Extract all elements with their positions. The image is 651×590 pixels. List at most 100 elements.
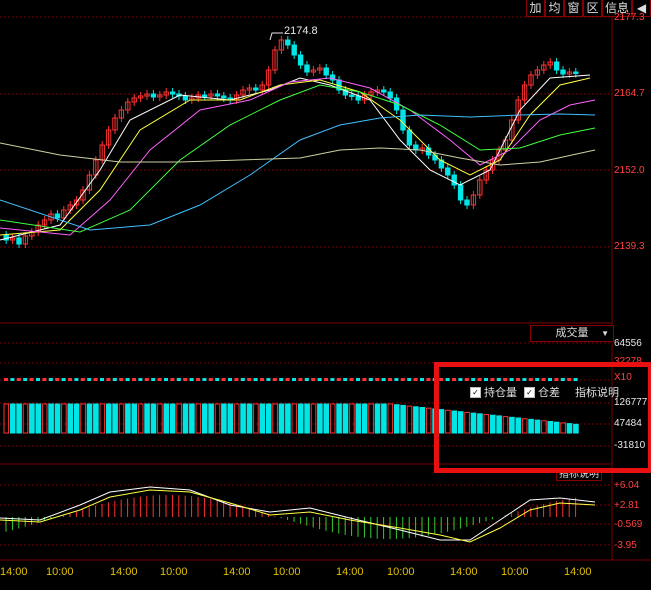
macd-tick: -0.569 [614, 519, 643, 530]
candle-body [285, 39, 291, 46]
candle-body [291, 44, 297, 56]
volume-bar [208, 378, 213, 381]
volume-bar [349, 378, 354, 381]
candle-body [16, 237, 22, 245]
open-interest-bar [73, 403, 80, 434]
open-interest-bar [381, 403, 387, 434]
volume-bar [151, 378, 156, 381]
volume-bar [298, 378, 303, 381]
price-tick: 2177.3 [614, 12, 645, 23]
volume-bar [336, 378, 341, 381]
open-interest-bar [67, 403, 74, 434]
open-interest-bar [317, 403, 323, 434]
volume-bar [253, 378, 258, 381]
volume-bar [292, 378, 296, 381]
open-interest-bar [368, 403, 374, 434]
open-interest-bar [361, 403, 368, 434]
volume-bar [311, 378, 316, 381]
peak-price-label: 2174.8 [284, 25, 318, 37]
volume-tick: 64556 [614, 338, 642, 349]
volume-bar [4, 378, 8, 381]
open-interest-bar [419, 407, 426, 434]
volume-bar [420, 378, 424, 381]
candle-body [150, 93, 157, 98]
candle-body [54, 213, 61, 219]
volume-indicator-select[interactable]: 成交量 ▼ [530, 325, 614, 342]
open-interest-bar [329, 403, 336, 434]
moving-average-line [0, 77, 596, 236]
volume-bar [132, 378, 136, 381]
open-interest-bar [35, 403, 42, 434]
volume-bar [356, 378, 360, 381]
range-button[interactable]: 区 [583, 0, 602, 17]
window-button[interactable]: 窗 [564, 0, 583, 17]
candle-body [406, 129, 413, 146]
volume-indicator-label: 成交量 [555, 327, 589, 339]
volume-bar [413, 378, 418, 381]
volume-bar [234, 378, 239, 381]
volume-bar [138, 378, 143, 381]
volume-bar [144, 378, 149, 381]
open-interest-bar [221, 403, 227, 434]
open-interest-bar [86, 403, 93, 434]
time-tick: 10:00 [387, 566, 415, 578]
moving-average-button[interactable]: 均 [545, 0, 564, 17]
volume-bar [375, 378, 380, 381]
volume-bar [42, 378, 47, 381]
volume-bar [74, 378, 79, 381]
open-interest-bar [157, 403, 163, 434]
volume-bar [61, 378, 66, 381]
open-interest-bar [393, 404, 400, 434]
open-interest-bar [272, 403, 278, 434]
volume-bar [23, 378, 28, 381]
open-interest-bar [355, 403, 362, 434]
volume-bar [157, 378, 162, 381]
candle-body [349, 94, 355, 97]
open-interest-bar [29, 403, 35, 434]
time-tick: 14:00 [223, 566, 251, 578]
volume-bar [36, 378, 40, 381]
open-interest-bar [400, 404, 406, 434]
volume-bar [170, 378, 175, 381]
add-indicator-button[interactable]: 加 [526, 0, 545, 17]
open-interest-bar [99, 403, 106, 434]
volume-bar [407, 378, 412, 381]
open-interest-bar [246, 403, 253, 434]
open-interest-bar [93, 403, 99, 434]
volume-bar [362, 378, 367, 381]
volume-bar [55, 378, 60, 381]
candle-body [381, 89, 387, 93]
candle-body [253, 87, 259, 91]
open-interest-bar [169, 403, 176, 434]
candle-body [201, 94, 208, 97]
open-interest-bar [137, 403, 144, 434]
open-interest-bar [9, 403, 16, 434]
open-interest-bar [150, 403, 157, 434]
volume-bar [388, 378, 392, 381]
volume-bar [196, 378, 200, 381]
candle-body [387, 91, 393, 99]
open-interest-bar [176, 403, 182, 434]
open-interest-bar [189, 403, 195, 434]
highlight-annotation-box [434, 362, 651, 473]
candle-body [553, 61, 560, 71]
volume-bar [317, 378, 322, 381]
volume-bar [10, 378, 15, 381]
open-interest-bar [125, 403, 131, 434]
candle-body [169, 91, 176, 95]
open-interest-bar [323, 403, 330, 434]
open-interest-bar [16, 403, 22, 434]
volume-bar [240, 378, 245, 381]
volume-bar [183, 378, 188, 381]
candle-body [451, 174, 457, 186]
volume-bar [202, 378, 207, 381]
volume-bar [343, 378, 348, 381]
open-interest-bar [342, 403, 349, 434]
volume-bar [29, 378, 34, 381]
open-interest-bar [240, 403, 246, 434]
candle-body [323, 67, 329, 76]
open-interest-bar [406, 405, 413, 434]
volume-bar [279, 378, 284, 381]
open-interest-bar [285, 403, 291, 434]
volume-bar [400, 378, 405, 381]
